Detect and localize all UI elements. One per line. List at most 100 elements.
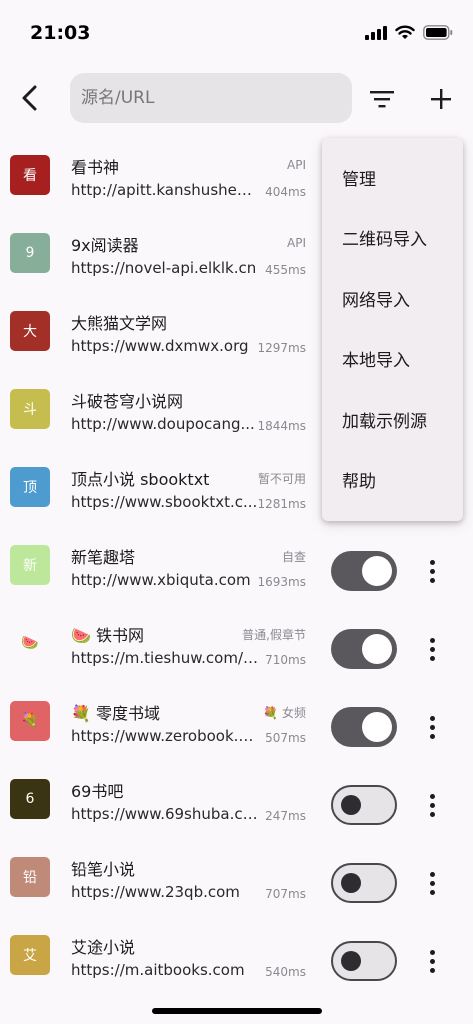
toggle-knob: [362, 634, 392, 664]
menu-item-local-import[interactable]: 本地导入: [322, 329, 463, 390]
source-tag: 暂不可用: [257, 472, 306, 486]
more-dot: [429, 958, 435, 964]
source-url: https://www.sbooktxt.c...: [71, 493, 258, 511]
source-name: 9x阅读器: [71, 236, 139, 255]
source-url: https://www.23qb.com: [71, 883, 240, 901]
toggle-knob: [341, 794, 361, 815]
source-enable-toggle[interactable]: [331, 941, 397, 981]
more-dot: [429, 949, 435, 955]
more-vert-icon[interactable]: [420, 788, 444, 822]
source-enable-toggle[interactable]: [331, 551, 397, 591]
source-avatar: 斗: [10, 389, 50, 429]
more-dot: [429, 559, 435, 565]
source-url: http://www.doupocang...: [71, 415, 255, 433]
plus-icon: [431, 89, 451, 109]
source-name: 顶点小说 sbooktxt: [71, 470, 210, 489]
menu-item-qrcode-import[interactable]: 二维码导入: [322, 208, 463, 269]
source-name: 69书吧: [71, 782, 124, 801]
source-avatar: 6: [10, 779, 50, 819]
search-box[interactable]: [70, 73, 352, 123]
source-row[interactable]: 新 新笔趣塔 自查 http://www.xbiquta.com 1693ms: [0, 530, 473, 608]
more-vert-icon[interactable]: [420, 554, 444, 588]
source-response-time: 710ms: [265, 653, 306, 667]
source-avatar: 顶: [10, 467, 50, 507]
source-name: 铅笔小说: [71, 860, 136, 879]
source-enable-toggle[interactable]: [331, 785, 397, 825]
source-enable-toggle[interactable]: [331, 629, 397, 669]
source-response-time: 1297ms: [257, 341, 306, 355]
top-app-bar: [0, 72, 473, 126]
source-tag: 💐 女频: [263, 706, 306, 720]
source-response-time: 455ms: [265, 263, 306, 277]
more-dot: [429, 655, 435, 661]
wifi-icon: [395, 25, 415, 39]
source-url: https://www.zerobook.me: [71, 727, 259, 745]
more-dot: [429, 880, 435, 886]
source-response-time: 1281ms: [257, 497, 306, 511]
source-url: https://m.aitbooks.com: [71, 961, 245, 979]
source-response-time: 1693ms: [257, 575, 306, 589]
more-dot: [429, 802, 435, 808]
signal-icon: [365, 25, 387, 40]
toggle-knob: [341, 950, 361, 971]
source-url: https://novel-api.elklk.cn: [71, 259, 257, 277]
menu-item-network-import[interactable]: 网络导入: [322, 268, 463, 329]
source-response-time: 540ms: [265, 965, 306, 979]
source-url: https://www.dxmwx.org: [71, 337, 249, 355]
source-name: 新笔趣塔: [71, 548, 136, 567]
source-avatar: 看: [10, 155, 50, 195]
source-enable-toggle[interactable]: [331, 707, 397, 747]
source-response-time: 507ms: [265, 731, 306, 745]
source-avatar: 大: [10, 311, 50, 351]
more-vert-icon[interactable]: [420, 710, 444, 744]
status-time: 21:03: [30, 22, 91, 44]
more-dot: [429, 811, 435, 817]
more-vert-icon[interactable]: [420, 632, 444, 666]
more-dot: [429, 724, 435, 730]
home-indicator: [152, 1008, 322, 1014]
source-avatar: 9: [10, 233, 50, 273]
source-name: 斗破苍穹小说网: [71, 392, 184, 411]
source-tag: API: [287, 236, 306, 250]
menu-item-help[interactable]: 帮助: [322, 450, 463, 511]
filter-icon: [370, 91, 394, 108]
more-dot: [429, 715, 435, 721]
source-name: 🍉 铁书网: [71, 626, 145, 645]
more-vert-icon[interactable]: [420, 866, 444, 900]
source-avatar: 新: [10, 545, 50, 585]
search-input[interactable]: [81, 88, 341, 108]
source-row[interactable]: 铅 铅笔小说 https://www.23qb.com 707ms: [0, 842, 473, 920]
toggle-knob: [362, 556, 392, 586]
filter-button[interactable]: [367, 84, 397, 114]
more-dot: [429, 889, 435, 895]
source-row[interactable]: 6 69书吧 https://www.69shuba.co... 247ms: [0, 764, 473, 842]
source-name: 看书神: [71, 158, 120, 177]
toggle-knob: [341, 872, 361, 893]
menu-item-load-sample[interactable]: 加载示例源: [322, 389, 463, 450]
more-vert-icon[interactable]: [420, 944, 444, 978]
more-dot: [429, 637, 435, 643]
battery-icon: [423, 25, 453, 40]
source-row[interactable]: 💐 💐 零度书域 💐 女频 https://www.zerobook.me 507ms: [0, 686, 473, 764]
source-avatar: 艾: [10, 935, 50, 975]
source-name: 💐 零度书域: [71, 704, 161, 723]
source-url: https://www.69shuba.co...: [71, 805, 259, 823]
back-button[interactable]: [14, 82, 46, 114]
source-row[interactable]: 艾 艾途小说 https://m.aitbooks.com 540ms: [0, 920, 473, 998]
more-dot: [429, 871, 435, 877]
source-avatar: 💐: [10, 701, 50, 741]
more-dot: [429, 568, 435, 574]
back-arrow-icon: [22, 85, 37, 111]
overflow-menu: 管理 二维码导入 网络导入 本地导入 加载示例源 帮助: [322, 138, 463, 521]
status-icons: [365, 25, 453, 40]
source-enable-toggle[interactable]: [331, 863, 397, 903]
source-url: https://m.tieshuw.com/#...: [71, 649, 259, 667]
more-dot: [429, 577, 435, 583]
source-row[interactable]: 🍉 🍉 铁书网 普通,假章节 https://m.tieshuw.com/#... 71…: [0, 608, 473, 686]
more-dot: [429, 646, 435, 652]
menu-item-manage[interactable]: 管理: [322, 147, 463, 208]
more-dot: [429, 733, 435, 739]
source-url: http://www.xbiquta.com: [71, 571, 251, 589]
source-response-time: 247ms: [265, 809, 306, 823]
add-button[interactable]: [426, 84, 456, 114]
